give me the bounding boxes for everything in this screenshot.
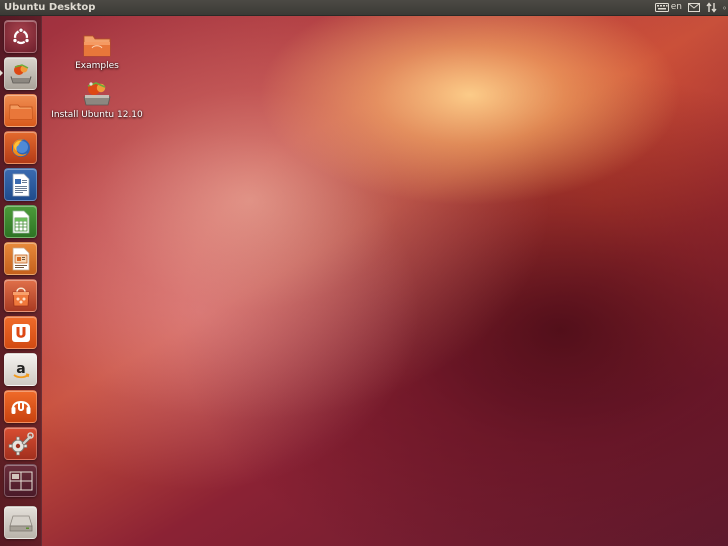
launcher-item-firefox[interactable]: [4, 131, 37, 164]
ubuntu-one-icon: [11, 323, 30, 342]
launcher-running-pip: [0, 70, 3, 76]
keyboard-indicator[interactable]: en: [654, 0, 682, 15]
launcher-item-install-ubuntu[interactable]: [4, 57, 37, 90]
folder-icon: [9, 104, 32, 119]
firefox-icon: [11, 138, 30, 157]
impress-presentation-icon: [12, 247, 29, 270]
indicator-area: en: [654, 0, 728, 15]
workspaces-icon: [9, 471, 32, 490]
session-indicator-partial[interactable]: [723, 3, 726, 13]
ubuntu-one-music-icon: [11, 400, 30, 414]
network-indicator[interactable]: [706, 2, 717, 13]
amazon-icon: a: [12, 361, 29, 378]
launcher-item-dash-home[interactable]: [4, 20, 37, 53]
desktop-icon-label: Install Ubuntu 12.10: [51, 110, 143, 120]
installer-icon: [9, 63, 32, 83]
top-panel: Ubuntu Desktop en: [0, 0, 728, 16]
folder-icon: [83, 35, 111, 57]
panel-title: Ubuntu Desktop: [4, 2, 96, 13]
launcher-item-ubuntu-one[interactable]: [4, 316, 37, 349]
desktop-icon-install-ubuntu[interactable]: Install Ubuntu 12.10: [47, 80, 147, 120]
settings-icon: [8, 431, 34, 455]
installer-icon: [83, 82, 111, 106]
svg-text:a: a: [16, 361, 25, 377]
writer-document-icon: [12, 173, 29, 196]
drive-icon: [8, 515, 33, 531]
launcher-item-amazon[interactable]: a: [4, 353, 37, 386]
calc-spreadsheet-icon: [12, 210, 29, 233]
launcher-item-software-center[interactable]: [4, 279, 37, 312]
ubuntu-logo-icon: [11, 26, 30, 44]
envelope-icon: [688, 3, 700, 12]
launcher-item-system-settings[interactable]: [4, 427, 37, 460]
launcher: a: [0, 16, 42, 546]
keyboard-icon: [654, 3, 669, 12]
desktop-icon-examples[interactable]: Examples: [47, 31, 147, 71]
launcher-item-libreoffice-writer[interactable]: [4, 168, 37, 201]
network-arrows-icon: [706, 2, 717, 13]
launcher-item-libreoffice-impress[interactable]: [4, 242, 37, 275]
desktop-screen[interactable]: Ubuntu Desktop en a Examples Install Ubu…: [0, 0, 728, 546]
messaging-indicator[interactable]: [688, 3, 700, 12]
power-icon: [723, 6, 726, 9]
launcher-item-workspace-switcher[interactable]: [4, 464, 37, 497]
launcher-item-libreoffice-calc[interactable]: [4, 205, 37, 238]
launcher-item-home-folder[interactable]: [4, 94, 37, 127]
launcher-item-devices[interactable]: [4, 506, 37, 539]
keyboard-layout-label: en: [670, 2, 682, 12]
desktop-icon-label: Examples: [75, 61, 119, 71]
shopping-bag-icon: [12, 286, 29, 306]
launcher-item-ubuntu-one-music[interactable]: [4, 390, 37, 423]
